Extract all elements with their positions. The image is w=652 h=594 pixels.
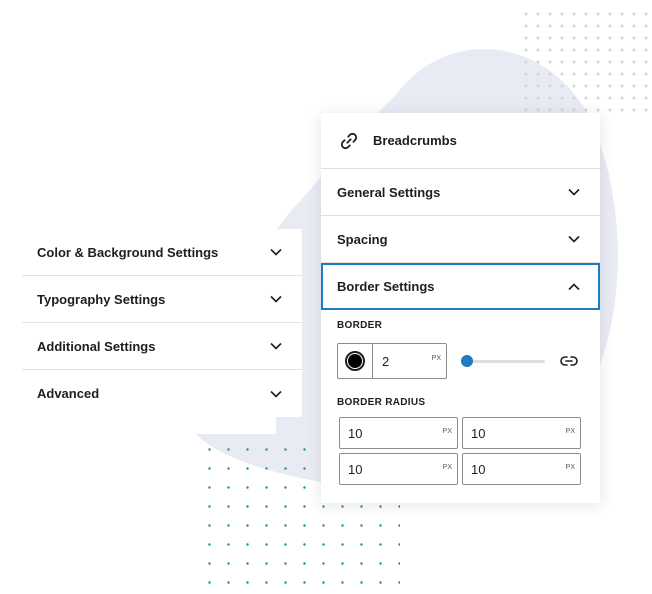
- color-swatch: [345, 351, 365, 371]
- chevron-down-icon: [270, 390, 282, 398]
- chevron-down-icon: [270, 295, 282, 303]
- settings-item-label: Advanced: [37, 386, 100, 401]
- slider-thumb[interactable]: [461, 355, 473, 367]
- radius-bottom-left: PX: [339, 453, 458, 485]
- panel-spacing[interactable]: Spacing: [321, 216, 600, 263]
- settings-item-advanced[interactable]: Advanced: [22, 370, 302, 417]
- border-control: PX: [337, 343, 600, 379]
- border-width-box: PX: [337, 343, 447, 379]
- chevron-down-icon: [270, 342, 282, 350]
- slider-track: [461, 360, 545, 363]
- radius-top-left-input[interactable]: [340, 418, 457, 448]
- chevron-down-icon: [568, 188, 580, 196]
- panel-label: Spacing: [337, 231, 388, 247]
- block-title: Breadcrumbs: [373, 133, 457, 148]
- radius-top-right-input[interactable]: [463, 418, 580, 448]
- border-radius-fields: PX PX PX PX: [339, 417, 600, 485]
- radius-bottom-right: PX: [462, 453, 581, 485]
- border-label: BORDER: [337, 320, 383, 331]
- radius-bottom-right-input[interactable]: [463, 454, 580, 484]
- radius-top-left: PX: [339, 417, 458, 449]
- unit-label: PX: [431, 355, 441, 362]
- settings-item-additional[interactable]: Additional Settings: [22, 323, 302, 370]
- border-width-cell: PX: [373, 344, 446, 378]
- settings-item-label: Color & Background Settings: [37, 244, 219, 260]
- border-radius-label: BORDER RADIUS: [337, 397, 426, 408]
- border-color-picker[interactable]: [338, 344, 373, 378]
- settings-list: Color & Background Settings Typography S…: [22, 229, 302, 417]
- chevron-up-icon: [568, 282, 580, 290]
- radius-bottom-left-input[interactable]: [340, 454, 457, 484]
- block-settings-card: Breadcrumbs General Settings Spacing Bor…: [321, 113, 600, 503]
- chevron-down-icon: [568, 235, 580, 243]
- unlink-icon[interactable]: [560, 352, 578, 370]
- unit-label: PX: [442, 464, 452, 471]
- panel-general-settings[interactable]: General Settings: [321, 169, 600, 216]
- chevron-down-icon: [270, 248, 282, 256]
- settings-item-label: Additional Settings: [37, 338, 156, 354]
- unit-label: PX: [442, 428, 452, 435]
- link-icon: [340, 132, 358, 149]
- settings-item-label: Typography Settings: [37, 291, 166, 307]
- panel-border-settings[interactable]: Border Settings: [321, 263, 600, 310]
- border-width-slider[interactable]: [461, 354, 545, 368]
- radius-top-right: PX: [462, 417, 581, 449]
- color-swatch-fill: [348, 354, 362, 368]
- decorative-dots-top: [520, 8, 650, 118]
- settings-item-color-background[interactable]: Color & Background Settings: [22, 229, 302, 276]
- settings-item-typography[interactable]: Typography Settings: [22, 276, 302, 323]
- unit-label: PX: [565, 428, 575, 435]
- panel-label: Border Settings: [337, 279, 435, 294]
- unit-label: PX: [565, 464, 575, 471]
- block-header: Breadcrumbs: [321, 113, 600, 169]
- panel-label: General Settings: [337, 184, 441, 200]
